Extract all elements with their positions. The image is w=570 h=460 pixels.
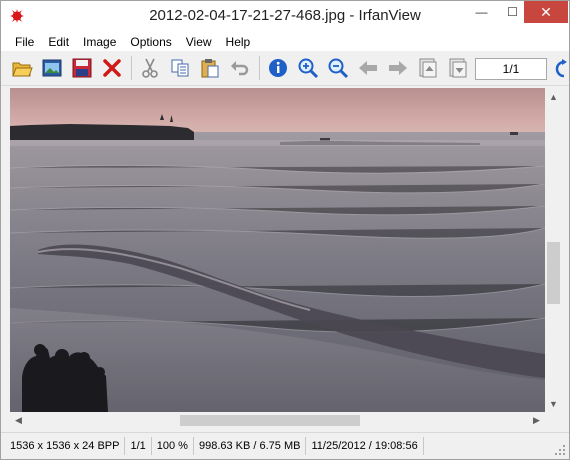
title-bar[interactable]: 2012-02-04-17-21-27-468.jpg - IrfanView … <box>1 1 569 32</box>
paste-button[interactable] <box>197 55 223 81</box>
menu-edit[interactable]: Edit <box>41 35 76 49</box>
undo-icon <box>231 61 249 76</box>
menu-help[interactable]: Help <box>219 35 258 49</box>
scroll-down-icon[interactable]: ▼ <box>545 395 562 412</box>
toolbar-separator <box>131 56 132 80</box>
scrollbar-corner <box>545 412 562 429</box>
zoom-out-icon <box>328 58 349 79</box>
info-icon <box>269 59 287 77</box>
minimize-button[interactable]: — <box>467 1 496 23</box>
info-button[interactable] <box>265 55 291 81</box>
last-page-button[interactable] <box>445 55 471 81</box>
first-page-button[interactable] <box>415 55 441 81</box>
horizontal-scroll-thumb[interactable] <box>180 415 360 426</box>
maximize-button[interactable]: ☐ <box>498 1 527 23</box>
irfanview-window: 2012-02-04-17-21-27-468.jpg - IrfanView … <box>0 0 570 460</box>
cut-button[interactable] <box>137 55 163 81</box>
status-zoom: 100 % <box>152 437 194 455</box>
next-icon <box>389 61 407 75</box>
save-icon <box>72 58 92 78</box>
status-page: 1/1 <box>125 437 152 455</box>
previous-icon <box>359 61 377 75</box>
zoom-in-button[interactable] <box>295 55 321 81</box>
scroll-up-icon[interactable]: ▲ <box>545 88 562 105</box>
toolbar-overflow-button[interactable] <box>552 57 570 81</box>
first-page-icon <box>419 58 437 78</box>
menu-image[interactable]: Image <box>76 35 123 49</box>
last-page-icon <box>449 58 467 78</box>
next-button[interactable] <box>385 55 411 81</box>
delete-icon <box>103 59 121 77</box>
toolbar-separator <box>259 56 260 80</box>
save-button[interactable] <box>69 55 95 81</box>
menu-options[interactable]: Options <box>123 35 178 49</box>
menu-view[interactable]: View <box>179 35 219 49</box>
status-bar: 1536 x 1536 x 24 BPP 1/1 100 % 998.63 KB… <box>1 432 569 459</box>
status-datetime: 11/25/2012 / 19:08:56 <box>306 437 424 455</box>
zoom-in-icon <box>298 58 319 79</box>
resize-grip-icon[interactable] <box>555 445 565 455</box>
slideshow-icon <box>42 59 62 77</box>
scroll-right-icon[interactable]: ▶ <box>528 412 545 429</box>
status-dimensions: 1536 x 1536 x 24 BPP <box>1 437 126 455</box>
copy-icon <box>171 59 189 77</box>
delete-button[interactable] <box>99 55 125 81</box>
copy-button[interactable] <box>167 55 193 81</box>
scroll-left-icon[interactable]: ◀ <box>10 412 27 429</box>
vertical-scroll-thumb[interactable] <box>547 242 560 304</box>
vertical-scrollbar[interactable]: ▲ ▼ <box>545 88 562 412</box>
image-viewport[interactable] <box>10 88 545 412</box>
undo-button[interactable] <box>227 55 253 81</box>
menu-bar: File Edit Image Options View Help <box>1 32 569 51</box>
status-filesize: 998.63 KB / 6.75 MB <box>194 437 307 455</box>
open-button[interactable] <box>9 55 35 81</box>
previous-button[interactable] <box>355 55 381 81</box>
close-button[interactable]: ✕ <box>524 1 568 23</box>
horizontal-scrollbar[interactable]: ◀ ▶ <box>10 412 545 429</box>
refresh-icon <box>555 59 567 78</box>
cut-icon <box>142 58 158 78</box>
zoom-out-button[interactable] <box>325 55 351 81</box>
toolbar: 1/1 <box>1 51 569 86</box>
slideshow-button[interactable] <box>39 55 65 81</box>
paste-icon <box>201 59 219 78</box>
beach-photo <box>10 88 545 412</box>
page-number-field[interactable]: 1/1 <box>475 58 547 80</box>
open-folder-icon <box>12 62 33 77</box>
menu-file[interactable]: File <box>8 35 41 49</box>
